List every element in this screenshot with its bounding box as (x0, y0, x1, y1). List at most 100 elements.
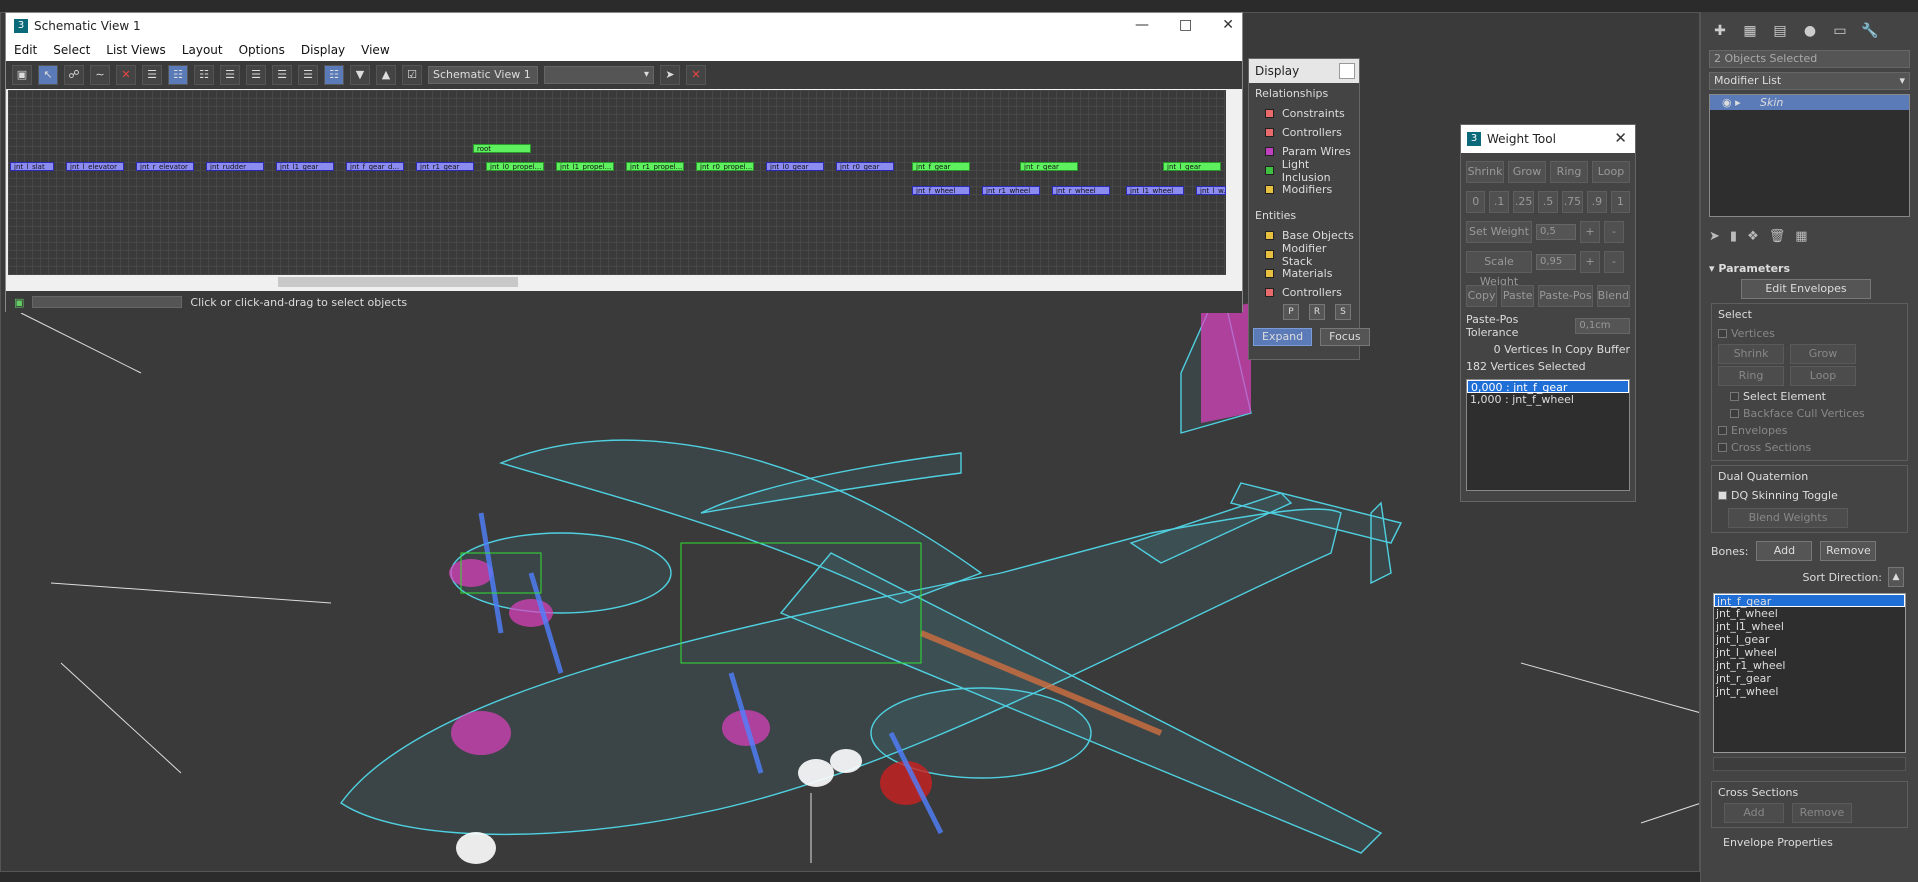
close-icon[interactable]: ✕ (1614, 129, 1627, 147)
move-children-icon[interactable]: ☷ (324, 65, 344, 85)
schematic-node[interactable]: jnt_l_gear (1163, 162, 1221, 171)
schematic-node[interactable]: jnt_l1_gear (276, 162, 334, 171)
close-icon[interactable] (1339, 63, 1355, 79)
create-tab-icon[interactable]: ✚ (1709, 20, 1731, 42)
backface-cull-checkbox[interactable]: Backface Cull Vertices (1718, 405, 1901, 422)
edit-envelopes-button[interactable]: Edit Envelopes (1741, 279, 1871, 299)
schematic-node[interactable]: jnt_r_wheel (1052, 186, 1110, 195)
modify-tab-icon[interactable]: ▦ (1739, 20, 1761, 42)
menu-view[interactable]: View (361, 43, 389, 57)
schematic-node[interactable]: jnt_rudder (206, 162, 264, 171)
always-arrange-icon[interactable]: ☷ (194, 65, 214, 85)
schematic-horizontal-scrollbar[interactable] (8, 275, 1228, 289)
loop-button[interactable]: Loop (1592, 161, 1630, 183)
schematic-node[interactable]: jnt_l0_propel... (486, 162, 544, 171)
preset-1-button[interactable]: 1 (1610, 191, 1631, 213)
schematic-node[interactable]: jnt_r1_gear (416, 162, 474, 171)
unlink-icon[interactable]: ∼ (90, 65, 110, 85)
psr-p-button[interactable]: P (1283, 304, 1299, 320)
grow-button[interactable]: Grow (1790, 344, 1856, 364)
relationships-item[interactable]: Controllers (1249, 123, 1359, 142)
remove-bone-button[interactable]: Remove (1820, 541, 1877, 561)
list-item[interactable]: 1,000 : jnt_f_wheel (1467, 393, 1629, 406)
bone-name-field[interactable] (1713, 757, 1906, 771)
bone-list-item[interactable]: jnt_l1_wheel (1714, 620, 1905, 633)
list-item[interactable]: 0,000 : jnt_f_gear (1467, 380, 1629, 394)
ring-button[interactable]: Ring (1718, 366, 1784, 386)
delete-bookmark-icon[interactable]: ✕ (686, 65, 706, 85)
schematic-node[interactable]: jnt_l_w... (1196, 186, 1226, 195)
delete-icon[interactable]: ✕ (116, 65, 136, 85)
ring-button[interactable]: Ring (1550, 161, 1588, 183)
bone-list-item[interactable]: jnt_l_gear (1714, 633, 1905, 646)
collapse-selected-icon[interactable]: ▲ (376, 65, 396, 85)
schematic-node[interactable]: jnt_r0_propel... (696, 162, 754, 171)
menu-edit[interactable]: Edit (14, 43, 37, 57)
utilities-tab-icon[interactable]: 🔧 (1859, 20, 1881, 42)
select-icon[interactable]: ↖ (38, 65, 58, 85)
schematic-node[interactable]: jnt_l1_wheel (1126, 186, 1184, 195)
envelopes-checkbox[interactable]: Envelopes (1718, 422, 1901, 439)
modifier-stack-item-skin[interactable]: ◉ ▸ Skin (1710, 95, 1909, 110)
cross-sections-checkbox[interactable]: Cross Sections (1718, 439, 1901, 456)
hierarchy-mode-icon[interactable]: ☰ (142, 65, 162, 85)
preset-0-75-button[interactable]: .75 (1561, 191, 1584, 213)
relationships-item[interactable]: Light Inclusion (1249, 158, 1359, 184)
parameters-rollout[interactable]: ▾ Parameters (1709, 262, 1910, 275)
blend-button[interactable]: Blend (1596, 285, 1630, 307)
display-floater-icon[interactable]: ▣ (12, 65, 32, 85)
menu-layout[interactable]: Layout (182, 43, 223, 57)
blend-weights-button[interactable]: Blend Weights (1728, 508, 1848, 528)
menu-display[interactable]: Display (301, 43, 345, 57)
scale-minus-button[interactable]: - (1604, 251, 1624, 273)
bone-list-item[interactable]: jnt_l_wheel (1714, 646, 1905, 659)
bone-list[interactable]: jnt_f_gear jnt_f_wheel jnt_l1_wheel jnt_l_g… (1713, 593, 1906, 753)
scale-weight-button[interactable]: Scale Weight (1466, 251, 1532, 288)
schematic-node[interactable]: jnt_l0_gear (766, 162, 824, 171)
relationships-item[interactable]: Constraints (1249, 104, 1359, 123)
eye-icon[interactable]: ◉ ▸ (1722, 95, 1741, 110)
remove-cross-section-button[interactable]: Remove (1792, 803, 1852, 823)
bone-list-item[interactable]: jnt_r_wheel (1714, 685, 1905, 698)
schematic-node[interactable]: jnt_l_slat (10, 162, 54, 171)
bone-list-item[interactable]: jnt_r_gear (1714, 672, 1905, 685)
bone-list-item[interactable]: jnt_f_gear (1714, 594, 1905, 608)
add-bone-button[interactable]: Add (1756, 541, 1813, 561)
display-floater[interactable]: Display Relationships Constraints Control… (1248, 58, 1370, 360)
schematic-node[interactable]: jnt_f_gear (912, 162, 970, 171)
modifier-stack[interactable]: ◉ ▸ Skin (1709, 94, 1910, 217)
object-name-field[interactable]: 2 Objects Selected (1709, 50, 1910, 68)
minimize-icon[interactable]: — (1135, 17, 1149, 33)
schematic-canvas[interactable]: root jnt_l_slat jnt_l_elevator jnt_r_ele… (8, 90, 1228, 275)
vertices-checkbox[interactable]: Vertices (1718, 325, 1901, 342)
make-unique-icon[interactable]: ❖ (1747, 229, 1759, 244)
schematic-node[interactable]: jnt_l1_propel... (556, 162, 614, 171)
expand-button[interactable]: Expand (1253, 328, 1313, 346)
arrange-selected-icon[interactable]: ☰ (246, 65, 266, 85)
bone-list-item[interactable]: jnt_f_wheel (1714, 607, 1905, 620)
tolerance-spinner[interactable]: 0,1cm (1575, 318, 1630, 334)
scrollbar-thumb[interactable] (278, 277, 518, 287)
paste-button[interactable]: Paste (1501, 285, 1535, 307)
free-all-icon[interactable]: ☰ (272, 65, 292, 85)
schematic-node[interactable]: jnt_l_elevator (66, 162, 124, 171)
remove-modifier-icon[interactable]: 🗑 (1769, 229, 1786, 244)
weight-plus-button[interactable]: + (1580, 221, 1600, 243)
schematic-node[interactable]: jnt_r1_propel... (626, 162, 684, 171)
weight-minus-button[interactable]: - (1604, 221, 1624, 243)
schematic-view-window[interactable]: 3 Schematic View 1 — □ ✕ Edit Select Lis… (5, 12, 1243, 313)
preset-0-5-button[interactable]: .5 (1538, 191, 1558, 213)
preset-0-9-button[interactable]: .9 (1587, 191, 1607, 213)
weight-tool-title-bar[interactable]: 3 Weight Tool ✕ (1461, 125, 1635, 153)
maximize-icon[interactable]: □ (1179, 17, 1192, 33)
loop-button[interactable]: Loop (1790, 366, 1856, 386)
configure-sets-icon[interactable]: ▦ (1795, 229, 1807, 244)
select-element-checkbox[interactable]: Select Element (1718, 388, 1901, 405)
node-root[interactable]: root (473, 144, 531, 153)
bone-list-item[interactable]: jnt_r1_wheel (1714, 659, 1905, 672)
psr-s-button[interactable]: S (1335, 304, 1351, 320)
set-weight-spinner[interactable]: 0,5 (1536, 224, 1576, 240)
preferences-icon[interactable]: ☑ (402, 65, 422, 85)
schematic-title-bar[interactable]: 3 Schematic View 1 — □ ✕ (6, 13, 1242, 39)
grow-button[interactable]: Grow (1508, 161, 1546, 183)
